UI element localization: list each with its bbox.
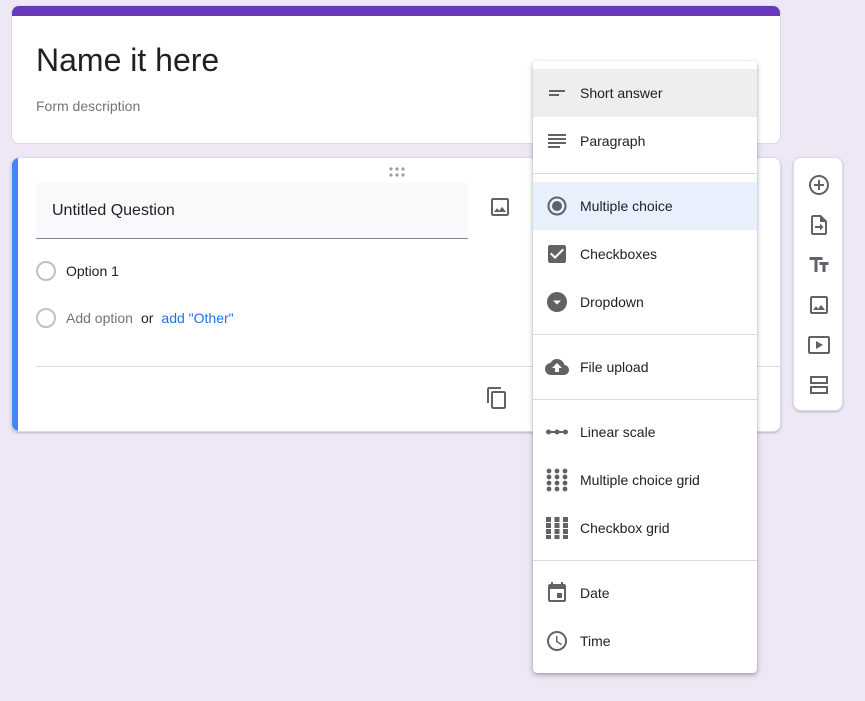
import-questions-icon[interactable] xyxy=(807,213,831,237)
menu-item-date[interactable]: Date xyxy=(533,569,757,617)
drag-handle-icon[interactable] xyxy=(388,166,406,178)
add-question-icon[interactable] xyxy=(807,173,831,197)
calendar-icon xyxy=(548,582,566,602)
menu-item-checkbox-grid[interactable]: Checkbox grid xyxy=(533,504,757,552)
menu-item-paragraph[interactable]: Paragraph xyxy=(533,117,757,165)
radio-icon xyxy=(547,196,567,216)
menu-item-time[interactable]: Time xyxy=(533,617,757,665)
dot-grid-icon xyxy=(546,468,568,492)
menu-item-label: Checkboxes xyxy=(580,246,658,262)
question-title-input[interactable]: Untitled Question xyxy=(36,183,468,239)
add-image-icon[interactable] xyxy=(488,195,512,219)
paragraph-icon xyxy=(548,134,566,148)
add-option-button[interactable]: Add option xyxy=(66,310,133,326)
linear-scale-icon xyxy=(546,429,568,435)
menu-item-label: Checkbox grid xyxy=(580,520,670,536)
add-title-icon[interactable] xyxy=(807,253,831,277)
menu-item-checkboxes[interactable]: Checkboxes xyxy=(533,230,757,278)
menu-item-label: Linear scale xyxy=(580,424,656,440)
menu-item-linear-scale[interactable]: Linear scale xyxy=(533,408,757,456)
clock-icon xyxy=(547,631,567,651)
menu-item-dropdown[interactable]: Dropdown xyxy=(533,278,757,326)
add-section-icon[interactable] xyxy=(807,373,831,397)
add-option-row: Add option or add "Other" xyxy=(36,306,234,330)
form-description[interactable]: Form description xyxy=(36,98,140,114)
radio-icon xyxy=(36,308,56,328)
checkbox-icon xyxy=(548,245,566,263)
menu-item-label: Multiple choice xyxy=(580,198,673,214)
active-indicator xyxy=(12,158,18,431)
square-grid-icon xyxy=(546,517,568,539)
menu-item-file-upload[interactable]: File upload xyxy=(533,343,757,391)
question-type-menu: Short answer Paragraph Multiple choice C… xyxy=(533,61,757,673)
menu-divider xyxy=(533,399,757,400)
side-toolbar xyxy=(793,157,843,411)
dropdown-icon xyxy=(547,292,567,312)
menu-divider xyxy=(533,334,757,335)
menu-item-multiple-choice[interactable]: Multiple choice xyxy=(533,182,757,230)
add-video-icon[interactable] xyxy=(807,333,831,357)
form-title[interactable]: Name it here xyxy=(36,42,219,79)
radio-icon xyxy=(36,261,56,281)
option-row[interactable]: Option 1 xyxy=(36,259,119,283)
add-image-icon[interactable] xyxy=(807,293,831,317)
menu-item-label: Paragraph xyxy=(580,133,646,149)
menu-item-label: Multiple choice grid xyxy=(580,472,700,488)
menu-item-label: Short answer xyxy=(580,85,663,101)
menu-item-multiple-choice-grid[interactable]: Multiple choice grid xyxy=(533,456,757,504)
menu-item-label: File upload xyxy=(580,359,649,375)
menu-item-label: Dropdown xyxy=(580,294,644,310)
menu-item-label: Date xyxy=(580,585,610,601)
menu-divider xyxy=(533,560,757,561)
question-title-text: Untitled Question xyxy=(52,202,175,219)
cloud-upload-icon xyxy=(545,359,569,375)
or-label: or xyxy=(140,310,154,326)
menu-divider xyxy=(533,173,757,174)
menu-item-short-answer[interactable]: Short answer xyxy=(533,69,757,117)
duplicate-icon[interactable] xyxy=(485,386,509,410)
short-answer-icon xyxy=(549,90,565,96)
option-label[interactable]: Option 1 xyxy=(66,263,119,279)
add-other-link[interactable]: add "Other" xyxy=(161,310,233,326)
menu-item-label: Time xyxy=(580,633,611,649)
theme-bar xyxy=(12,6,780,16)
